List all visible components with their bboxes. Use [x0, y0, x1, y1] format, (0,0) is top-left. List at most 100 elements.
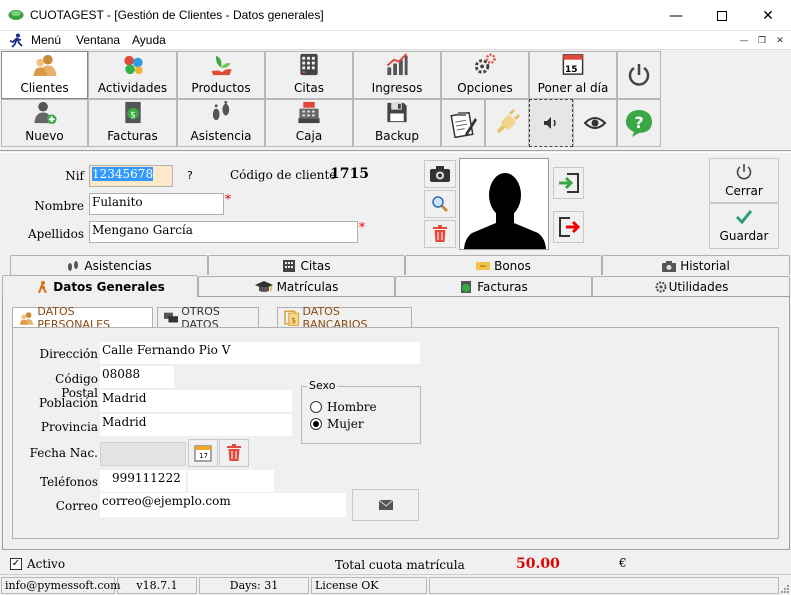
clientes-label: Clientes: [20, 81, 69, 95]
client-photo[interactable]: [459, 158, 549, 250]
mdi-restore-button[interactable]: ❐: [754, 35, 770, 48]
tab-bonos[interactable]: Bonos: [405, 255, 602, 275]
close-window-button[interactable]: ✕: [745, 0, 791, 31]
tab-historial[interactable]: Historial: [602, 255, 790, 275]
menu-menu[interactable]: Menú: [31, 33, 61, 47]
facturas-button[interactable]: $ Facturas: [88, 99, 177, 147]
poner-al-dia-button[interactable]: 15 Poner al día: [529, 51, 617, 99]
opciones-button[interactable]: Opciones: [441, 51, 529, 99]
productos-button[interactable]: Productos: [177, 51, 265, 99]
nif-field[interactable]: 12345678: [89, 165, 173, 187]
app-logo-icon: [8, 10, 24, 20]
fecha-field[interactable]: [100, 442, 186, 466]
menu-ventana[interactable]: Ventana: [76, 33, 120, 47]
calendar-button[interactable]: 17: [188, 439, 218, 467]
power-button[interactable]: [617, 51, 661, 99]
name-field[interactable]: Fulanito: [89, 193, 224, 215]
tab-facturas[interactable]: Facturas: [395, 276, 592, 296]
balls-icon: [123, 55, 143, 75]
tab-datos-generales[interactable]: Datos Generales: [2, 275, 198, 297]
subtab-otros-datos[interactable]: OTROS DATOS: [157, 305, 259, 331]
menu-bar: Menú Ventana Ayuda: [0, 31, 791, 50]
productos-label: Productos: [191, 81, 251, 95]
actividades-label: Actividades: [97, 81, 168, 95]
subtab-datos-personales[interactable]: DATOS PERSONALES: [12, 305, 153, 331]
cerrar-button[interactable]: Cerrar: [709, 158, 779, 203]
tab-datos-generales-label: Datos Generales: [53, 279, 165, 294]
minimize-button[interactable]: —: [653, 0, 699, 31]
nif-value: 12345678: [92, 167, 154, 181]
hombre-radio[interactable]: Hombre: [310, 400, 377, 414]
telefono2-field[interactable]: [188, 470, 274, 492]
surname-value: Mengano García: [92, 223, 193, 237]
tab-facturas-label: Facturas: [477, 279, 528, 294]
poblacion-value: Madrid: [102, 391, 147, 405]
plant-icon: [211, 55, 232, 76]
people-icon: [32, 54, 57, 77]
asistencia-button[interactable]: Asistencia: [177, 99, 265, 147]
runner-icon: [9, 33, 23, 48]
notes-button[interactable]: [441, 99, 485, 147]
nif-help-link[interactable]: ?: [187, 169, 193, 182]
clear-date-button[interactable]: [219, 439, 249, 467]
sound-button[interactable]: [529, 99, 573, 147]
telefono1-field[interactable]: 999111222: [100, 470, 186, 492]
svg-text:$: $: [291, 315, 296, 324]
mdi-minimize-button[interactable]: —: [736, 35, 752, 48]
silhouette-icon: [464, 173, 546, 249]
clientes-button[interactable]: Clientes: [1, 51, 88, 99]
surname-field[interactable]: Mengano García: [89, 221, 358, 243]
take-photo-button[interactable]: [424, 160, 456, 188]
floppy-disk-icon: [387, 102, 407, 123]
correo-value: correo@ejemplo.com: [102, 494, 231, 508]
provincia-field[interactable]: Madrid: [100, 414, 292, 436]
ingresos-button[interactable]: Ingresos: [353, 51, 441, 99]
menu-ayuda[interactable]: Ayuda: [132, 33, 166, 47]
help-button[interactable]: ?: [617, 99, 661, 147]
plugin-button[interactable]: [485, 99, 529, 147]
magnifier-icon: [432, 196, 449, 213]
actividades-button[interactable]: Actividades: [88, 51, 177, 99]
guardar-button[interactable]: Guardar: [709, 203, 779, 249]
delete-photo-button[interactable]: [424, 220, 456, 248]
direccion-field[interactable]: Calle Fernando Pio V: [100, 342, 420, 364]
title-bar: CUOTAGEST - [Gestión de Clientes - Datos…: [0, 0, 791, 31]
view-button[interactable]: [573, 99, 617, 147]
mujer-radio[interactable]: Mujer: [310, 417, 364, 431]
calendar-day-text: 17: [199, 452, 208, 460]
sign-out-icon: [558, 217, 580, 237]
total-label: Total cuota matrícula: [335, 558, 465, 572]
export-photo-button[interactable]: [553, 211, 584, 243]
radio-checked-icon: [310, 418, 322, 430]
cash-register-icon: [298, 101, 320, 124]
import-photo-button[interactable]: [553, 167, 584, 199]
nuevo-button[interactable]: Nuevo: [1, 99, 88, 147]
tab-matriculas[interactable]: Matrículas: [198, 276, 395, 296]
maximize-button[interactable]: [699, 0, 745, 31]
checkmark-icon: [735, 210, 753, 225]
subtab-datos-bancarios[interactable]: $ DATOS BANCARIOS: [277, 305, 412, 331]
trash-icon: [227, 444, 241, 461]
tab-utilidades[interactable]: Utilidades: [592, 276, 790, 296]
resize-grip-icon[interactable]: [779, 583, 790, 594]
toolbar-separator: [0, 150, 791, 153]
client-code-value: 1715: [330, 166, 369, 182]
tab-citas[interactable]: Citas: [208, 255, 405, 275]
citas-button[interactable]: Citas: [265, 51, 353, 99]
cerrar-label: Cerrar: [725, 184, 763, 198]
sexo-group: [301, 386, 421, 444]
poblacion-field[interactable]: Madrid: [100, 390, 292, 412]
caja-label: Caja: [295, 129, 323, 143]
provincia-value: Madrid: [102, 415, 147, 429]
mdi-close-button[interactable]: ✕: [772, 35, 788, 48]
backup-button[interactable]: Backup: [353, 99, 441, 147]
gear-icon: [655, 281, 667, 292]
activo-checkbox[interactable]: ✓ Activo: [10, 557, 65, 571]
send-email-button[interactable]: [352, 489, 419, 521]
caja-button[interactable]: Caja: [265, 99, 353, 147]
poner-al-dia-label: Poner al día: [537, 81, 609, 95]
cp-field[interactable]: 08088: [100, 366, 174, 388]
zoom-photo-button[interactable]: [424, 190, 456, 218]
tab-asistencias[interactable]: Asistencias: [10, 255, 208, 275]
correo-field[interactable]: correo@ejemplo.com: [100, 493, 346, 517]
